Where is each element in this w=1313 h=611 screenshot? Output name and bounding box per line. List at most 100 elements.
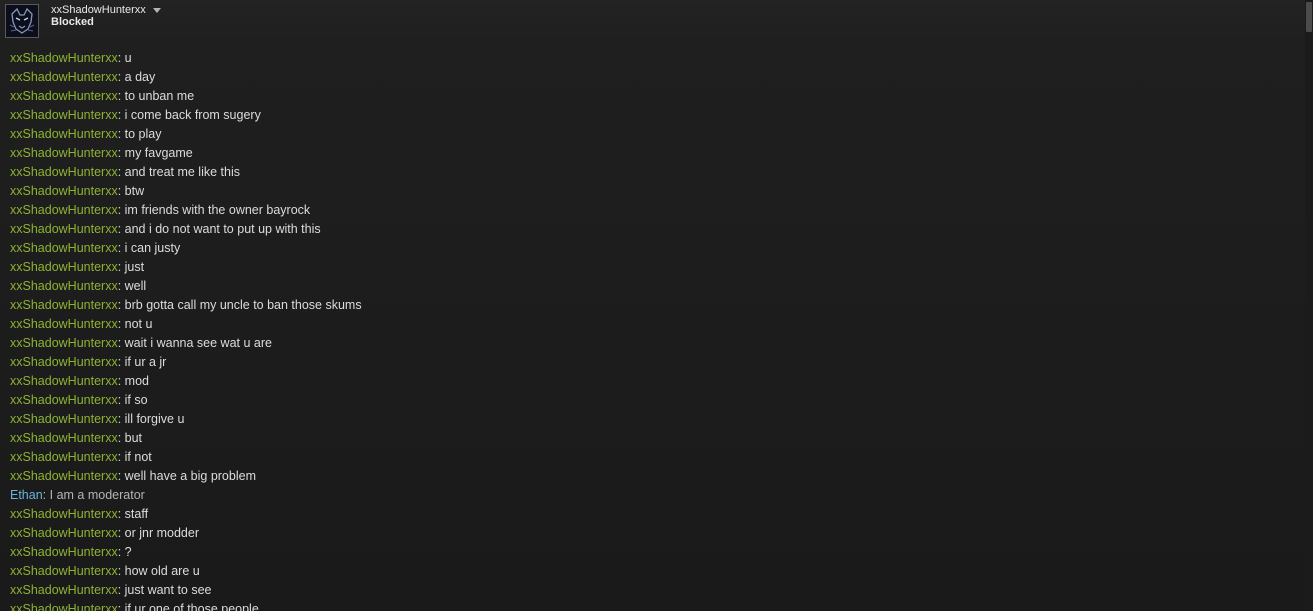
chat-message: xxShadowHunterxx: btw bbox=[10, 182, 1300, 201]
message-text: wait i wanna see wat u are bbox=[124, 336, 272, 350]
message-sender: xxShadowHunterxx bbox=[10, 450, 118, 464]
message-text: how old are u bbox=[124, 564, 200, 578]
sender-separator: : bbox=[117, 184, 125, 198]
chat-message: xxShadowHunterxx: and i do not want to p… bbox=[10, 220, 1300, 239]
sender-separator: : bbox=[117, 298, 125, 312]
chat-message: xxShadowHunterxx: to play bbox=[10, 125, 1300, 144]
message-text: and i do not want to put up with this bbox=[124, 222, 321, 236]
chat-message: xxShadowHunterxx: or jnr modder bbox=[10, 524, 1300, 543]
chat-window: xxShadowHunterxx Blocked xxShadowHunterx… bbox=[0, 0, 1313, 611]
message-sender: xxShadowHunterxx bbox=[10, 507, 118, 521]
chat-message: xxShadowHunterxx: how old are u bbox=[10, 562, 1300, 581]
chat-message: xxShadowHunterxx: ? bbox=[10, 543, 1300, 562]
sender-separator: : bbox=[117, 146, 125, 160]
chat-message: xxShadowHunterxx: u bbox=[10, 49, 1300, 68]
message-text: i can justy bbox=[124, 241, 181, 255]
chat-message: xxShadowHunterxx: im friends with the ow… bbox=[10, 201, 1300, 220]
chat-message: xxShadowHunterxx: my favgame bbox=[10, 144, 1300, 163]
message-sender: xxShadowHunterxx bbox=[10, 260, 118, 274]
chat-log[interactable]: xxShadowHunterxx: u xxShadowHunterxx: a d… bbox=[10, 49, 1300, 611]
message-text: well have a big problem bbox=[124, 469, 256, 483]
sender-separator: : bbox=[117, 507, 125, 521]
message-text: or jnr modder bbox=[124, 526, 199, 540]
message-sender: xxShadowHunterxx bbox=[10, 374, 118, 388]
sender-separator: : bbox=[117, 450, 125, 464]
sender-separator: : bbox=[117, 526, 125, 540]
chat-message: xxShadowHunterxx: brb gotta call my uncl… bbox=[10, 296, 1300, 315]
message-text: staff bbox=[124, 507, 149, 521]
message-text: i come back from sugery bbox=[124, 108, 261, 122]
message-sender: xxShadowHunterxx bbox=[10, 526, 118, 540]
sender-separator: : bbox=[117, 127, 125, 141]
chat-message: xxShadowHunterxx: just bbox=[10, 258, 1300, 277]
sender-separator: : bbox=[117, 279, 125, 293]
sender-separator: : bbox=[117, 260, 125, 274]
sender-separator: : bbox=[117, 583, 125, 597]
sender-separator: : bbox=[117, 241, 125, 255]
message-sender: xxShadowHunterxx bbox=[10, 241, 118, 255]
message-sender: xxShadowHunterxx bbox=[10, 602, 118, 611]
chat-message: xxShadowHunterxx: a day bbox=[10, 68, 1300, 87]
message-sender: xxShadowHunterxx bbox=[10, 89, 118, 103]
chat-message: xxShadowHunterxx: if ur a jr bbox=[10, 353, 1300, 372]
message-text: just bbox=[124, 260, 145, 274]
sender-separator: : bbox=[117, 545, 125, 559]
message-text: mod bbox=[124, 374, 149, 388]
message-text: u bbox=[124, 51, 132, 65]
chat-message: xxShadowHunterxx: to unban me bbox=[10, 87, 1300, 106]
sender-separator: : bbox=[117, 317, 125, 331]
message-sender: xxShadowHunterxx bbox=[10, 108, 118, 122]
chat-message: xxShadowHunterxx: if so bbox=[10, 391, 1300, 410]
message-sender: xxShadowHunterxx bbox=[10, 355, 118, 369]
message-sender: xxShadowHunterxx bbox=[10, 469, 118, 483]
message-text: btw bbox=[124, 184, 145, 198]
message-text: if not bbox=[124, 450, 152, 464]
chat-message: xxShadowHunterxx: and treat me like this bbox=[10, 163, 1300, 182]
scrollbar[interactable] bbox=[1305, 0, 1313, 611]
message-sender: xxShadowHunterxx bbox=[10, 412, 118, 426]
message-text: and treat me like this bbox=[124, 165, 240, 179]
message-sender: xxShadowHunterxx bbox=[10, 203, 118, 217]
sender-separator: : bbox=[117, 336, 125, 350]
chat-message: xxShadowHunterxx: wait i wanna see wat u… bbox=[10, 334, 1300, 353]
sender-separator: : bbox=[117, 51, 125, 65]
sender-separator: : bbox=[117, 393, 125, 407]
scrollbar-thumb[interactable] bbox=[1306, 2, 1312, 32]
message-sender: xxShadowHunterxx bbox=[10, 393, 118, 407]
sender-separator: : bbox=[117, 165, 125, 179]
message-sender: xxShadowHunterxx bbox=[10, 127, 118, 141]
message-text: if ur a jr bbox=[124, 355, 167, 369]
chat-message: xxShadowHunterxx: just want to see bbox=[10, 581, 1300, 600]
chat-message: xxShadowHunterxx: not u bbox=[10, 315, 1300, 334]
chat-message: xxShadowHunterxx: well have a big proble… bbox=[10, 467, 1300, 486]
message-text: I am a moderator bbox=[49, 488, 145, 502]
chat-message: xxShadowHunterxx: i can justy bbox=[10, 239, 1300, 258]
message-text: brb gotta call my uncle to ban those sku… bbox=[124, 298, 362, 312]
chat-message: xxShadowHunterxx: if not bbox=[10, 448, 1300, 467]
chevron-down-icon[interactable] bbox=[152, 8, 161, 13]
wolf-avatar-icon[interactable] bbox=[5, 4, 39, 38]
message-text: ill forgive u bbox=[124, 412, 185, 426]
contact-status: Blocked bbox=[51, 16, 94, 28]
sender-separator: : bbox=[42, 488, 50, 502]
sender-separator: : bbox=[117, 374, 125, 388]
message-sender: xxShadowHunterxx bbox=[10, 564, 118, 578]
sender-separator: : bbox=[117, 431, 125, 445]
chat-message: xxShadowHunterxx: mod bbox=[10, 372, 1300, 391]
chat-message: xxShadowHunterxx: but bbox=[10, 429, 1300, 448]
message-sender: xxShadowHunterxx bbox=[10, 545, 118, 559]
message-sender: xxShadowHunterxx bbox=[10, 184, 118, 198]
chat-header: xxShadowHunterxx Blocked bbox=[0, 0, 1305, 42]
sender-separator: : bbox=[117, 469, 125, 483]
message-sender: xxShadowHunterxx bbox=[10, 298, 118, 312]
sender-separator: : bbox=[117, 108, 125, 122]
message-sender: xxShadowHunterxx bbox=[10, 583, 118, 597]
message-text: a day bbox=[124, 70, 156, 84]
sender-separator: : bbox=[117, 203, 125, 217]
chat-message: xxShadowHunterxx: i come back from suger… bbox=[10, 106, 1300, 125]
message-text: if ur one of those people bbox=[124, 602, 259, 611]
message-text: if so bbox=[124, 393, 148, 407]
message-sender: xxShadowHunterxx bbox=[10, 222, 118, 236]
sender-separator: : bbox=[117, 222, 125, 236]
message-sender: xxShadowHunterxx bbox=[10, 279, 118, 293]
